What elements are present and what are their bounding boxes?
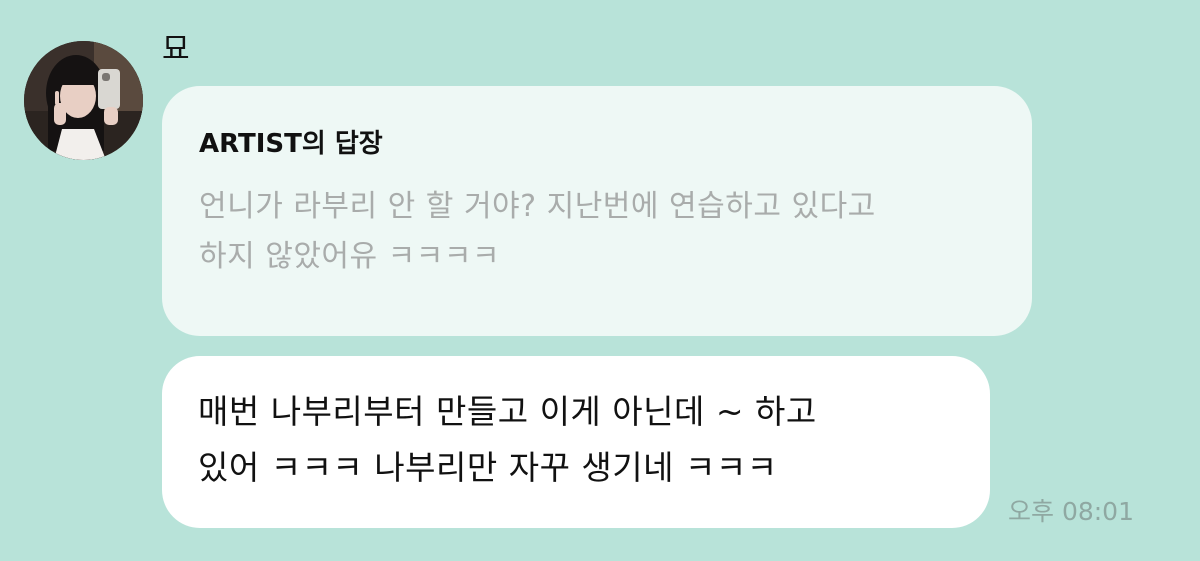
reply-quote-text: 언니가 라부리 안 할 거야? 지난번에 연습하고 있다고 하지 않았어유 ㅋㅋ… [199,182,996,282]
reply-quote-line: 하지 않았어유 ㅋㅋㅋㅋ [199,239,501,274]
reply-title: ARTIST의 답장 [199,129,383,159]
message-bubble[interactable]: 매번 나부리부터 만들고 이게 아닌데 ~ 하고 있어 ㅋㅋㅋ 나부리만 자꾸 … [162,356,990,528]
sender-name: 묘 [162,32,190,67]
message-timestamp: 오후 08:01 [1008,497,1134,526]
message-text: 매번 나부리부터 만들고 이게 아닌데 ~ 하고 있어 ㅋㅋㅋ 나부리만 자꾸 … [198,384,960,496]
message-line: 매번 나부리부터 만들고 이게 아닌데 ~ 하고 [198,392,817,431]
profile-photo [24,41,143,160]
reply-quote-line: 언니가 라부리 안 할 거야? 지난번에 연습하고 있다고 [199,189,876,224]
reply-bubble[interactable]: ARTIST의 답장 언니가 라부리 안 할 거야? 지난번에 연습하고 있다고… [162,86,1032,336]
message-line: 있어 ㅋㅋㅋ 나부리만 자꾸 생기네 ㅋㅋㅋ [198,448,778,487]
profile-avatar[interactable] [24,41,143,160]
